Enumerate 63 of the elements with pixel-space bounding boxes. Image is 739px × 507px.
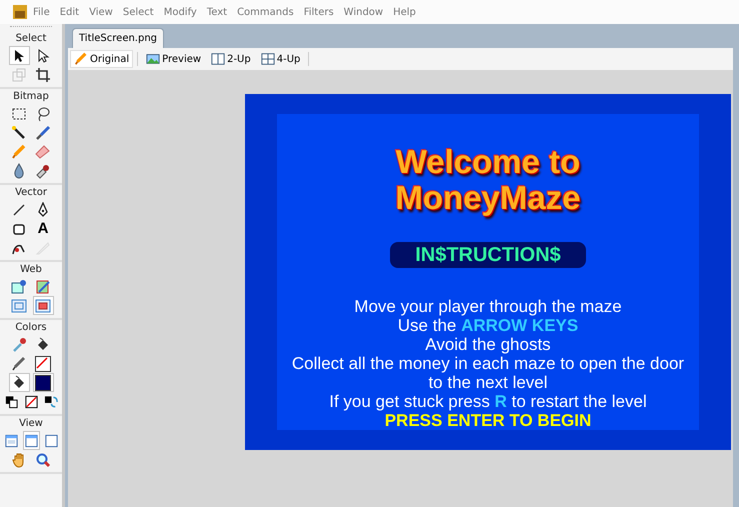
panel-section-title: Vector xyxy=(15,187,47,198)
menu-item[interactable]: Help xyxy=(388,6,421,18)
tool-button[interactable] xyxy=(8,373,30,392)
instructions-button[interactable]: IN$TRUCTION$ xyxy=(390,242,586,268)
two-panel-icon xyxy=(211,52,226,66)
pencil-icon xyxy=(74,52,88,66)
window-icon xyxy=(24,432,38,448)
slice-icon xyxy=(35,278,51,294)
panel-section-title: View xyxy=(19,418,43,429)
stamp-icon xyxy=(35,162,51,178)
window-icon xyxy=(44,432,58,448)
color-swatch[interactable] xyxy=(32,354,54,373)
wand-icon xyxy=(11,124,27,140)
instruction-text: Move your player through the maze xyxy=(354,297,622,316)
pencil-icon xyxy=(11,144,27,160)
instruction-text: If you get stuck press R to restart the level xyxy=(329,392,647,411)
menu-item[interactable]: Commands xyxy=(232,6,299,18)
panel-section-title: Web xyxy=(20,264,42,275)
text-tool-button[interactable]: A xyxy=(32,219,54,238)
document-tab[interactable]: TitleScreen.png xyxy=(72,28,164,48)
view-mode-button[interactable]: Original xyxy=(70,50,134,68)
eyedropper-icon xyxy=(11,336,27,352)
instruction-text: Avoid the ghosts xyxy=(425,335,551,354)
color-swatch[interactable] xyxy=(32,373,54,392)
slices-icon xyxy=(35,298,51,314)
four-panel-icon xyxy=(260,52,275,66)
landscape-icon xyxy=(146,52,160,66)
color-squares-icon xyxy=(4,394,18,410)
instruction-text: Use the ARROW KEYS xyxy=(398,316,578,335)
menu-item[interactable]: Edit xyxy=(54,6,84,18)
view-mode-button[interactable]: 4-Up xyxy=(256,50,304,68)
no-color-icon xyxy=(24,394,38,410)
menu-item[interactable]: Text xyxy=(202,6,232,18)
swap-icon xyxy=(44,394,58,410)
menu-item[interactable]: Window xyxy=(338,6,388,18)
crop-icon xyxy=(35,66,51,82)
window-icon xyxy=(4,432,18,448)
tool-button[interactable] xyxy=(8,46,30,65)
zoom-icon xyxy=(35,452,51,468)
marquee-icon xyxy=(11,106,27,122)
slash-icon xyxy=(36,356,48,368)
panel-section-title: Select xyxy=(16,33,46,44)
menu-item[interactable]: Select xyxy=(118,6,159,18)
tool-button[interactable] xyxy=(32,296,54,315)
eraser-icon xyxy=(35,144,51,160)
slices-icon xyxy=(11,298,27,314)
panel-section-title: Colors xyxy=(15,322,47,333)
panel-section-title: Bitmap xyxy=(13,91,49,102)
menu-item[interactable]: Filters xyxy=(298,6,339,18)
app-logo-icon xyxy=(12,4,28,20)
line-icon xyxy=(11,202,27,218)
start-prompt: PRESS ENTER TO BEGIN xyxy=(384,411,592,430)
menu-item[interactable]: View xyxy=(84,6,118,18)
view-mode-button[interactable]: 2-Up xyxy=(207,50,255,68)
pencil-icon xyxy=(11,356,27,372)
brush-icon xyxy=(35,124,51,140)
menu-item[interactable]: Modify xyxy=(158,6,202,18)
view-mode-button[interactable]: Preview xyxy=(142,50,206,68)
game-title: Welcome to xyxy=(396,144,580,180)
menu-item[interactable]: File xyxy=(28,6,55,18)
hotspot-icon xyxy=(11,278,27,294)
scale-icon xyxy=(11,66,27,82)
game-title: MoneyMaze xyxy=(395,180,581,216)
